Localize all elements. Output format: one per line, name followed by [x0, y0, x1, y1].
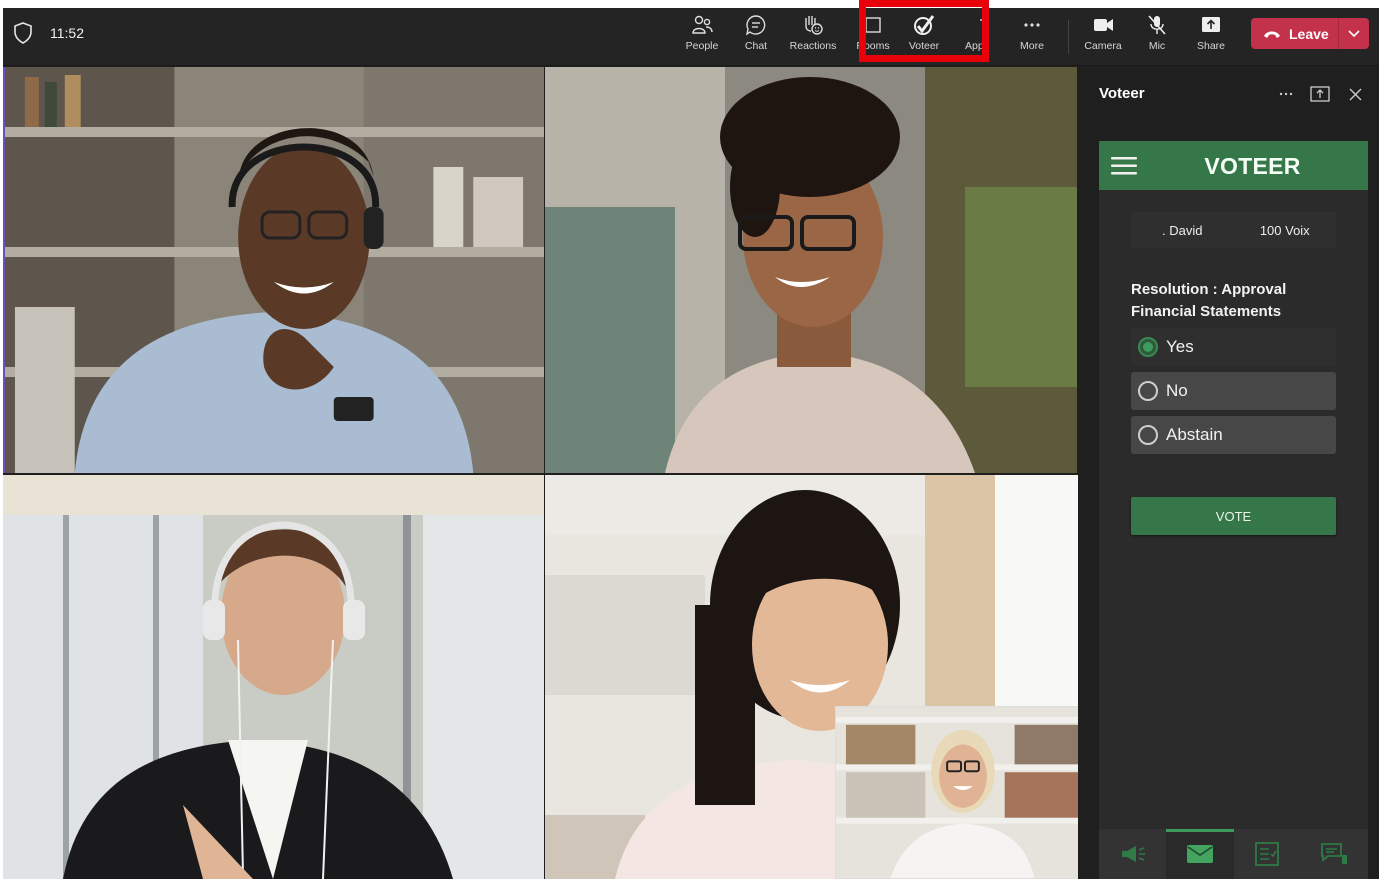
nav-polls[interactable]	[1234, 829, 1301, 879]
reactions-button[interactable]: Reactions	[785, 14, 841, 60]
reactions-icon	[805, 16, 823, 35]
participant-video-man-headset	[5, 67, 544, 473]
option-yes[interactable]: Yes	[1131, 328, 1336, 366]
hang-up-icon	[1264, 31, 1280, 38]
mic-button[interactable]: Mic	[1129, 14, 1185, 60]
app-brand: VOTEER	[1204, 153, 1301, 179]
vote-button[interactable]: VOTE	[1131, 497, 1336, 535]
more-options-icon[interactable]	[1276, 84, 1296, 104]
leave-control: Leave	[1251, 18, 1369, 49]
chat-label: Chat	[744, 40, 768, 52]
more-icon	[1024, 23, 1040, 27]
nav-discussions[interactable]	[1301, 829, 1368, 879]
option-label: Abstain	[1166, 425, 1223, 444]
close-icon[interactable]	[1345, 84, 1365, 104]
option-no[interactable]: No	[1131, 372, 1336, 410]
camera-button[interactable]: Camera	[1075, 14, 1131, 60]
voteer-button[interactable]: Voteer	[896, 14, 952, 60]
nav-announcements[interactable]	[1099, 829, 1166, 879]
apps-label: Apps	[965, 40, 989, 52]
leave-button[interactable]: Leave	[1251, 18, 1339, 49]
camera-icon	[1094, 19, 1113, 31]
participant-video-woman-curly-hair	[545, 67, 1077, 473]
apps-button[interactable]: Apps	[949, 14, 1005, 60]
voteer-side-panel: Voteer VOTEER . David 100 Voix Resolutio…	[1078, 67, 1379, 879]
people-label: People	[685, 40, 719, 52]
pop-out-icon[interactable]	[1310, 84, 1330, 104]
participant-video-woman-blonde	[836, 707, 1091, 878]
voteer-check-icon	[914, 15, 935, 35]
more-label: More	[1020, 40, 1044, 52]
app-bottom-nav	[1099, 829, 1368, 879]
panel-title: Voteer	[1099, 85, 1145, 102]
rooms-icon	[865, 17, 881, 33]
panel-header: Voteer	[1078, 67, 1379, 123]
nav-messages[interactable]	[1166, 829, 1234, 879]
rooms-label: Rooms	[856, 40, 890, 52]
share-button[interactable]: Share	[1183, 14, 1239, 60]
megaphone-icon	[1121, 846, 1145, 862]
app-header: VOTEER	[1099, 141, 1368, 190]
mic-label: Mic	[1148, 40, 1166, 52]
radio-icon[interactable]	[1138, 425, 1158, 445]
mic-muted-icon	[1148, 15, 1166, 35]
leave-options-button[interactable]	[1339, 29, 1369, 38]
share-label: Share	[1196, 40, 1226, 52]
toolbar-divider	[1068, 20, 1069, 54]
participant-video-tile[interactable]	[3, 67, 544, 473]
mail-icon	[1186, 845, 1213, 863]
meeting-toolbar: 11:52 People Chat Reactions Rooms Voteer…	[3, 0, 1379, 66]
voteer-app: VOTEER . David 100 Voix Resolution : App…	[1099, 141, 1368, 879]
camera-label: Camera	[1084, 40, 1122, 52]
resolution-question: Resolution : Approval Financial Statemen…	[1131, 281, 1287, 320]
option-label: Yes	[1166, 337, 1194, 356]
meeting-timer: 11:52	[50, 25, 84, 41]
option-abstain[interactable]: Abstain	[1131, 416, 1336, 454]
option-label: No	[1166, 381, 1188, 400]
vote-count: 100 Voix	[1259, 222, 1310, 238]
people-icon	[692, 15, 713, 34]
people-button[interactable]: People	[674, 14, 730, 60]
shield-icon	[14, 22, 32, 44]
apps-icon	[980, 19, 988, 21]
participant-video-tile[interactable]	[545, 67, 1077, 473]
more-button[interactable]: More	[1004, 14, 1060, 60]
radio-icon[interactable]	[1138, 381, 1158, 401]
checklist-icon	[1255, 842, 1280, 866]
leave-label: Leave	[1289, 25, 1329, 42]
reactions-label: Reactions	[789, 40, 837, 52]
share-icon	[1202, 17, 1220, 32]
participant-video-man-headphones	[3, 475, 544, 879]
chat-icon	[745, 15, 766, 36]
chevron-down-icon	[1348, 29, 1360, 37]
participant-video-tile[interactable]	[3, 475, 544, 879]
user-card: . David 100 Voix	[1131, 212, 1336, 248]
chat-bubbles-icon	[1321, 843, 1348, 864]
user-name: . David	[1162, 222, 1203, 238]
rooms-button[interactable]: Rooms	[845, 14, 901, 60]
chat-button[interactable]: Chat	[728, 14, 784, 60]
teams-meeting-window: 11:52 People Chat Reactions Rooms Voteer…	[3, 0, 1379, 879]
voteer-label: Voteer	[908, 40, 940, 52]
self-view-video[interactable]	[835, 706, 1092, 879]
radio-selected-icon[interactable]	[1138, 337, 1158, 357]
